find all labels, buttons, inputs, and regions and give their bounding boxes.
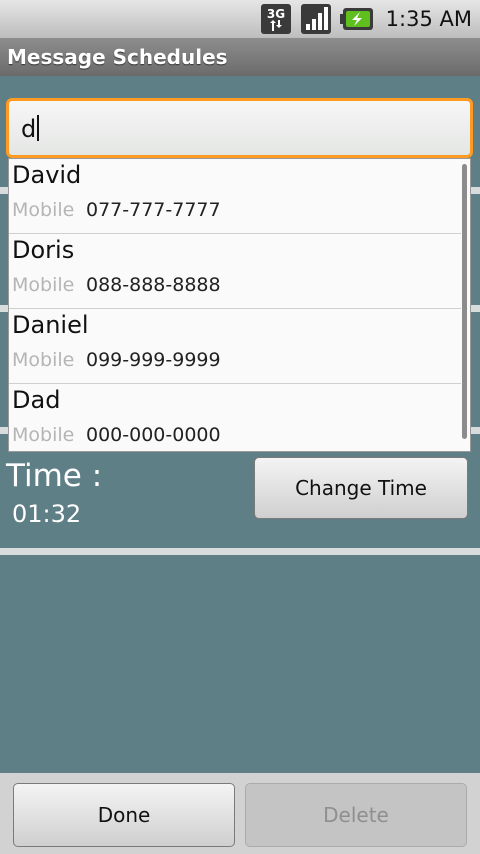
phone-type: Mobile	[12, 274, 75, 296]
title-bar: Message Schedules	[0, 38, 480, 76]
phone-number: 088-888-8888	[86, 274, 221, 296]
form-divider	[471, 427, 480, 434]
phone-type: Mobile	[12, 349, 75, 371]
recipient-search-input[interactable]: d	[6, 98, 473, 158]
text-cursor	[37, 115, 40, 141]
dropdown-scrollbar[interactable]	[462, 164, 467, 439]
section-divider	[0, 548, 480, 555]
contact-name: David	[12, 161, 82, 189]
time-value: 01:32	[12, 500, 82, 528]
time-label: Time :	[6, 458, 103, 494]
phone-number: 099-999-9999	[86, 349, 221, 371]
search-text: d	[21, 115, 40, 143]
change-time-button[interactable]: Change Time	[254, 457, 468, 519]
contact-name: Doris	[12, 236, 75, 264]
contact-suggestions-dropdown: David Mobile 077-777-7777 Doris Mobile 0…	[8, 158, 471, 452]
form-divider	[0, 305, 8, 312]
form-divider	[0, 187, 8, 194]
suggestion-item-david[interactable]: David Mobile 077-777-7777	[9, 159, 461, 234]
suggestion-item-doris[interactable]: Doris Mobile 088-888-8888	[9, 234, 461, 309]
contact-name: Daniel	[12, 311, 89, 339]
status-clock: 1:35 AM	[385, 7, 472, 31]
phone-type: Mobile	[12, 199, 75, 221]
form-divider	[471, 305, 480, 312]
app-title: Message Schedules	[7, 45, 228, 69]
signal-icon	[300, 4, 331, 34]
svg-text:3G: 3G	[267, 7, 285, 21]
phone-number: 000-000-0000	[86, 424, 221, 446]
contact-name: Dad	[12, 386, 61, 414]
phone-type: Mobile	[12, 424, 75, 446]
status-icons: 3G 1:35 AM	[260, 3, 472, 35]
form-divider	[0, 427, 8, 434]
3g-data-icon: 3G	[260, 4, 291, 34]
battery-charging-icon	[339, 8, 373, 30]
suggestion-item-daniel[interactable]: Daniel Mobile 099-999-9999	[9, 309, 461, 384]
done-button[interactable]: Done	[13, 783, 235, 847]
status-bar: 3G 1:35 AM	[0, 0, 480, 38]
suggestion-item-dad[interactable]: Dad Mobile 000-000-0000	[9, 384, 461, 451]
delete-button[interactable]: Delete	[245, 783, 467, 847]
phone-number: 077-777-7777	[86, 199, 221, 221]
form-divider	[471, 187, 480, 194]
